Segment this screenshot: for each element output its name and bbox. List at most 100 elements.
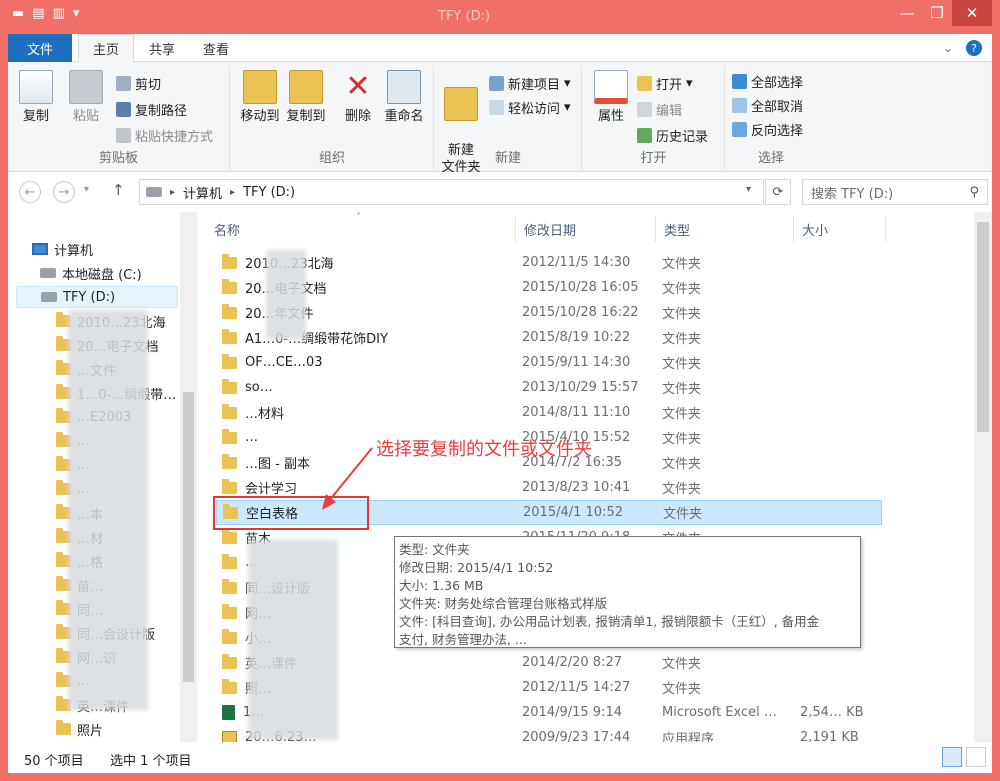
details-view-icon[interactable] — [942, 747, 962, 767]
file-row[interactable]: …材料 2014/8/11 11:10 文件夹 — [216, 400, 882, 425]
file-type: 文件夹 — [662, 257, 702, 272]
copy-button[interactable]: 复制 — [16, 70, 56, 125]
content-scroll-thumb[interactable] — [977, 222, 989, 432]
move-to-button[interactable]: 移动到 — [237, 70, 283, 125]
file-date: 2015/4/1 10:52 — [523, 505, 623, 520]
folder-icon — [222, 328, 237, 344]
properties-button[interactable]: 属性 — [591, 70, 631, 125]
up-arrow-icon[interactable]: ↑ — [112, 181, 125, 199]
recent-locations-icon[interactable]: ▾ — [84, 184, 89, 195]
close-button[interactable]: ✕ — [952, 0, 992, 26]
address-bar[interactable]: ▸ 计算机 ▸ TFY (D:) — [139, 179, 764, 205]
file-type: 文件夹 — [662, 307, 702, 322]
address-dropdown-icon[interactable]: ▾ — [746, 184, 751, 195]
back-button[interactable]: ← — [19, 181, 41, 203]
breadcrumb-drive[interactable]: TFY (D:) — [243, 185, 295, 200]
file-date: 2014/9/15 9:14 — [522, 705, 622, 720]
tab-share[interactable]: 共享 — [136, 34, 188, 62]
properties-icon[interactable]: ▤ — [32, 6, 44, 21]
drive-icon[interactable]: ▬ — [12, 6, 24, 21]
file-name-cell: …图 - 副本 — [222, 453, 310, 472]
open-button[interactable]: 打开 ▾ — [637, 74, 693, 93]
folder-icon — [222, 303, 237, 319]
file-row[interactable]: 20…年文件2015/10/28 16:22文件夹 — [216, 300, 882, 325]
nav-label: 计算机 — [54, 243, 94, 259]
invert-selection-label: 反向选择 — [751, 124, 804, 139]
ribbon-tabs: 文件 主页 共享 查看 ⌄ ? — [8, 34, 992, 63]
minimize-button[interactable]: — — [892, 0, 922, 26]
help-icon[interactable]: ? — [964, 34, 984, 62]
search-input[interactable]: 搜索 TFY (D:) ⚲ — [802, 179, 988, 205]
file-row[interactable]: OF…CE…03 2015/9/11 14:30 文件夹 — [216, 350, 882, 375]
nav-item-computer[interactable]: 计算机 — [32, 238, 93, 260]
excel-file-icon — [222, 705, 235, 720]
select-none-button[interactable]: 全部取消 — [732, 96, 803, 115]
tab-home[interactable]: 主页 — [78, 34, 134, 63]
column-size[interactable]: 大小 — [794, 216, 886, 242]
back-arrow-icon: ← — [24, 184, 36, 200]
folder-icon — [222, 278, 237, 294]
content-scrollbar[interactable] — [974, 212, 992, 742]
file-date: 2012/11/5 14:30 — [522, 255, 631, 270]
nav-label: TFY (D:) — [63, 289, 116, 305]
file-name: OF…CE…03 — [245, 355, 323, 370]
annotation-text: 选择要复制的文件或文件夹 — [376, 439, 592, 460]
ribbon: 复制 粘贴 剪切 复制路径 粘贴快捷方式 剪贴板 移动到 复制到 ✕ 删除 重命… — [8, 62, 992, 175]
privacy-blur — [266, 250, 306, 340]
folder-icon — [222, 403, 237, 419]
nav-scrollbar[interactable] — [180, 212, 197, 742]
invert-selection-button[interactable]: 反向选择 — [732, 120, 803, 139]
history-button[interactable]: 历史记录 — [637, 126, 708, 145]
nav-item-tfy[interactable]: TFY (D:) — [16, 286, 178, 308]
select-none-icon — [732, 98, 747, 113]
tab-file[interactable]: 文件 — [8, 34, 72, 62]
new-item-button[interactable]: 新建项目 ▾ — [489, 74, 571, 93]
window-title: TFY (D:) — [438, 9, 491, 24]
file-date: 2014/2/20 8:27 — [522, 655, 622, 670]
file-row[interactable]: so… 2013/10/29 15:57 文件夹 — [216, 375, 882, 400]
paste-shortcut-label: 粘贴快捷方式 — [135, 130, 214, 145]
rename-button[interactable]: 重命名 — [379, 70, 429, 125]
nav-scroll-thumb[interactable] — [183, 392, 194, 682]
copy-path-button[interactable]: 复制路径 — [116, 100, 187, 119]
new-group-label: 新建 — [494, 151, 521, 166]
cut-button[interactable]: 剪切 — [116, 74, 161, 93]
large-icons-view-icon[interactable] — [966, 747, 986, 767]
column-type[interactable]: 类型 — [656, 216, 794, 242]
history-icon — [637, 128, 652, 143]
group-open: 属性 打开 ▾ 编辑 历史记录 打开 — [583, 66, 725, 170]
copy-to-button[interactable]: 复制到 — [283, 70, 329, 125]
select-all-button[interactable]: 全部选择 — [732, 72, 803, 91]
select-all-icon — [732, 74, 747, 89]
collapse-ribbon-icon[interactable]: ⌄ — [938, 34, 958, 62]
customize-qat-icon[interactable]: ▾ — [73, 6, 80, 21]
folder-icon — [222, 378, 237, 394]
paste-button[interactable]: 粘贴 — [66, 70, 106, 125]
rename-icon — [387, 70, 421, 104]
chevron-down-icon: ▾ — [686, 76, 693, 91]
folder-icon — [222, 553, 237, 569]
delete-button[interactable]: ✕ 删除 — [335, 70, 381, 125]
nav-item-local-disk[interactable]: 本地磁盘 (C:) — [40, 262, 142, 284]
group-clipboard: 复制 粘贴 剪切 复制路径 粘贴快捷方式 剪贴板 — [8, 66, 230, 170]
paste-label: 粘贴 — [72, 109, 99, 124]
breadcrumb-computer[interactable]: 计算机 — [183, 183, 222, 202]
tab-view[interactable]: 查看 — [190, 34, 242, 62]
new-folder-icon[interactable]: ▥ — [53, 6, 65, 21]
file-row[interactable]: A1…0-…绸缎带花饰DIY 2015/8/19 10:22 文件夹 — [216, 325, 882, 350]
move-to-label: 移动到 — [240, 109, 280, 124]
edit-button[interactable]: 编辑 — [637, 100, 682, 119]
easy-access-button[interactable]: 轻松访问 ▾ — [489, 98, 571, 117]
paste-shortcut-button[interactable]: 粘贴快捷方式 — [116, 126, 213, 145]
tooltip-modified: 修改日期: 2015/4/1 10:52 — [399, 560, 554, 575]
column-name[interactable]: 名称 — [206, 216, 516, 242]
chevron-down-icon: ▾ — [564, 100, 571, 115]
column-modified[interactable]: 修改日期 — [516, 216, 656, 242]
file-row[interactable]: 20…电子文档2015/10/28 16:05文件夹 — [216, 275, 882, 300]
nav-folder-item[interactable]: 照片 — [56, 718, 103, 740]
forward-button[interactable]: → — [53, 181, 75, 203]
refresh-icon[interactable]: ⟳ — [765, 179, 791, 205]
folder-icon — [222, 528, 237, 544]
file-row[interactable]: 2010…23北海2012/11/5 14:30文件夹 — [216, 250, 882, 275]
maximize-button[interactable]: ❐ — [922, 0, 952, 26]
